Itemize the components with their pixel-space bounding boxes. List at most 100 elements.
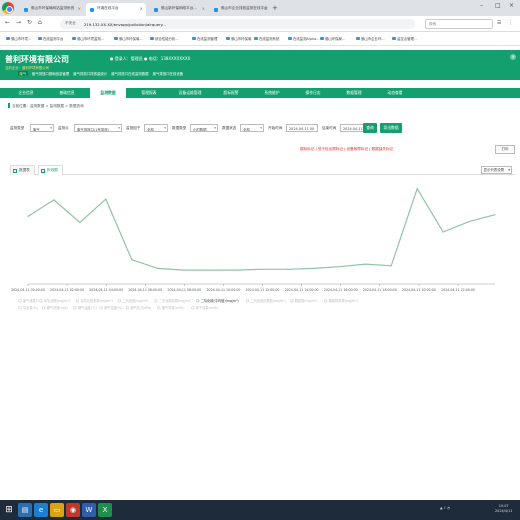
data-point[interactable] [338,266,340,268]
bookmark-item[interactable]: 监控点管理... [392,36,417,41]
bookmark-item[interactable]: 佛山市环境... [6,36,31,41]
data-point[interactable] [53,199,55,201]
maximize-icon[interactable]: □ [495,2,501,9]
sublink[interactable]: 废气排放口在线设备 [153,71,184,76]
legend-item[interactable]: 烟气湿度(%) [104,305,122,310]
data-point[interactable] [79,221,81,224]
legend-item[interactable]: 二氧化硫(mg/m³) [122,298,148,303]
start-icon[interactable]: ⊞ [2,503,16,517]
legend-marker[interactable] [73,306,77,310]
module-tab[interactable]: 设备运维管理 [172,88,208,98]
menu-icon[interactable]: ⋮ [508,20,513,26]
bookmark-item[interactable]: 在线监测平台 [38,36,63,41]
legend-marker[interactable] [41,306,46,310]
clock[interactable]: 10:07 2024/4/11 [495,504,512,514]
security-label[interactable]: 不安全 [65,21,76,26]
legend-item[interactable]: 烟气压力(kPa) [130,305,151,310]
sublink[interactable]: 废气 [18,71,28,76]
side-search-input[interactable]: 搜索 [425,19,493,29]
extensions-icon[interactable]: ☰ [497,20,501,26]
folder-icon[interactable]: ▭ [50,503,64,517]
query-button[interactable]: 查询 [363,123,377,133]
legend-item[interactable]: 烟气流速(m/s) [47,305,68,310]
file-explorer-icon[interactable]: ▤ [18,503,32,517]
bookmark-item[interactable]: 佛山环保局... [320,36,345,41]
forward-icon[interactable]: → [16,19,21,26]
legend-marker[interactable] [324,299,328,303]
data-point[interactable] [390,265,392,267]
excel-icon[interactable]: X [98,503,112,517]
factor-select[interactable]: 全部 [144,124,168,132]
data-point[interactable] [209,269,211,271]
chrome-logo-icon[interactable] [2,2,14,14]
tray-icons[interactable]: ▲ ♪ ◔ [440,506,450,511]
legend-item[interactable]: 二氧化硫折算(mg/m³) [159,298,191,303]
data-point[interactable] [234,269,237,271]
data-point[interactable] [364,263,366,265]
url-input[interactable]: 不安全 219.132.XX.XX/envapp/pollution/airqu… [60,19,415,29]
state-select[interactable]: 全部 [240,124,264,132]
outlet-select[interactable]: 废气排放口(1号排放) [74,124,122,132]
legend-item[interactable]: 标干流量(m³/h) [196,305,219,310]
header-close-button[interactable]: × [510,54,516,60]
series-line[interactable] [27,187,496,271]
browser-tab[interactable]: 佛山新环保网络平台... × [150,3,208,16]
print-button[interactable]: 打印 [495,145,515,154]
legend-item[interactable]: 颗粒物折算(mg/m³) [329,298,358,303]
legend-marker[interactable] [196,299,200,303]
new-tab-icon[interactable]: + [272,4,278,12]
legend-item[interactable]: 烟气流量(m³/h) [162,305,185,310]
data-point[interactable] [468,221,470,223]
legend-marker[interactable] [75,299,80,303]
legend-item[interactable]: 烟气温度(℃) [78,305,97,310]
legend-marker[interactable] [290,299,294,303]
legend-marker[interactable] [39,299,43,303]
bookmark-item[interactable]: 佛山市环保局 [226,36,251,41]
legend-marker[interactable] [18,306,22,310]
module-tab[interactable]: 超标报警 [213,88,249,98]
module-tab[interactable]: 动态查看 [377,88,413,98]
module-tab[interactable]: 基础信息 [49,88,85,98]
tab-close-icon[interactable]: × [140,6,143,11]
module-tab[interactable]: 监测数据 [90,88,126,98]
legend-item[interactable]: 废气排放口 [23,298,39,303]
bookmark-item[interactable]: 佛山市环保局... [114,36,143,41]
bookmark-item[interactable]: 综合性能分析... [150,36,179,41]
sublink[interactable]: 废气排放口在线监测数据 [111,71,148,76]
data-point[interactable] [442,231,444,233]
legend-item[interactable]: 颗粒物(mg/m³) [295,298,318,303]
legend-marker[interactable] [117,299,121,303]
legend-marker[interactable] [157,306,161,310]
bookmark-item[interactable]: 在线监测系统 [254,36,279,41]
reload-icon[interactable]: ↻ [27,19,32,26]
data-point[interactable] [494,214,496,216]
module-tab[interactable]: 数据管理 [336,88,372,98]
legend-marker[interactable] [245,299,249,303]
word-icon[interactable]: W [82,503,96,517]
data-point[interactable] [260,268,263,270]
data-point[interactable] [157,267,159,269]
chrome-taskbar-icon[interactable]: ◉ [66,503,80,517]
start-time-input[interactable]: 2024-04-11 00 [286,124,318,132]
bookmark-item[interactable]: 在线监测管理 [192,36,217,41]
data-point[interactable] [27,215,29,217]
export-button[interactable]: 导出数据 [380,123,402,133]
tab-close-icon[interactable]: × [78,6,81,11]
data-point[interactable] [286,268,289,270]
legend-marker[interactable] [99,306,103,310]
module-tab[interactable]: 操作日志 [295,88,331,98]
legend-item[interactable]: 氧含量(%) [23,305,38,310]
legend-marker[interactable] [18,299,22,303]
module-tab[interactable]: 企业信息 [8,88,44,98]
data-type-select[interactable]: 小时数据 [190,124,218,132]
data-point[interactable] [131,259,133,261]
legend-marker[interactable] [125,306,129,310]
legend-item[interactable]: 氮氧化物(mg/m³) [44,298,70,303]
edge-icon[interactable]: e [34,503,48,517]
back-icon[interactable]: ← [5,19,10,26]
tab-close-icon[interactable]: × [202,6,205,11]
legend-item[interactable]: 二氧化硫(平均值)(mg/m³) [201,298,239,303]
legend-item[interactable]: 二氧化硫折算值(mg/m³) [250,298,285,303]
bookmark-item[interactable]: 在线监测Alpha... [288,36,319,41]
browser-tab[interactable]: 佛山市环保局网站监测系统 × [20,3,84,16]
